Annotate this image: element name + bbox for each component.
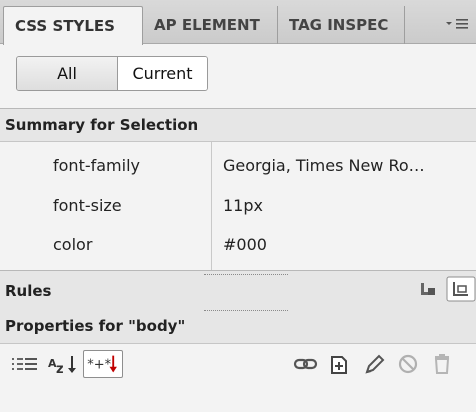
panel-tab-bar: CSS STYLES AP ELEMENT TAG INSPEC: [0, 0, 476, 45]
set-properties-view-icon[interactable]: *+*: [83, 350, 123, 378]
tab-ap-elements[interactable]: AP ELEMENT: [144, 6, 278, 44]
summary-row[interactable]: font-size 11px: [0, 187, 476, 225]
summary-row[interactable]: color #000: [0, 226, 476, 264]
tab-tag-inspector[interactable]: TAG INSPEC: [279, 6, 405, 44]
new-css-rule-icon[interactable]: [326, 350, 354, 378]
tab-css-styles[interactable]: CSS STYLES: [3, 6, 143, 45]
property-value: 11px: [223, 196, 263, 215]
css-styles-panel: CSS STYLES AP ELEMENT TAG INSPEC All Cur…: [0, 0, 476, 412]
property-name: font-size: [53, 196, 122, 215]
show-cascade-icon[interactable]: [418, 280, 440, 298]
delete-rule-icon[interactable]: [428, 350, 456, 378]
property-name: color: [53, 235, 93, 254]
category-view-icon[interactable]: [10, 350, 40, 378]
property-name: font-family: [53, 156, 140, 175]
panel-options-icon[interactable]: [444, 16, 472, 32]
attach-stylesheet-icon[interactable]: [292, 350, 320, 378]
properties-section-title: Properties for "body": [5, 317, 186, 335]
properties-section-header: Properties for "body": [0, 306, 476, 344]
svg-text:z: z: [56, 362, 64, 377]
properties-toolbar: A z *+*: [0, 344, 476, 384]
pane-resize-grip[interactable]: [204, 274, 288, 275]
summary-section-title: Summary for Selection: [0, 108, 476, 142]
svg-text:*+*: *+*: [87, 358, 111, 373]
all-mode-button[interactable]: All: [17, 57, 117, 90]
mode-toggle: All Current: [16, 56, 208, 91]
alpha-view-icon[interactable]: A z: [46, 350, 80, 378]
rules-section-title: Rules: [5, 282, 52, 300]
property-value: Georgia, Times New Ro…: [223, 156, 425, 175]
property-value: #000: [223, 235, 267, 254]
edit-style-icon[interactable]: [360, 350, 388, 378]
show-info-icon[interactable]: [446, 276, 476, 302]
summary-row[interactable]: font-family Georgia, Times New Ro…: [0, 147, 476, 185]
disable-property-icon[interactable]: [394, 350, 422, 378]
pane-resize-grip[interactable]: [204, 310, 288, 311]
current-mode-button[interactable]: Current: [117, 57, 207, 90]
rules-section-header: Rules: [0, 270, 476, 307]
summary-table: font-family Georgia, Times New Ro… font-…: [0, 142, 476, 270]
properties-list-area: [0, 384, 476, 412]
